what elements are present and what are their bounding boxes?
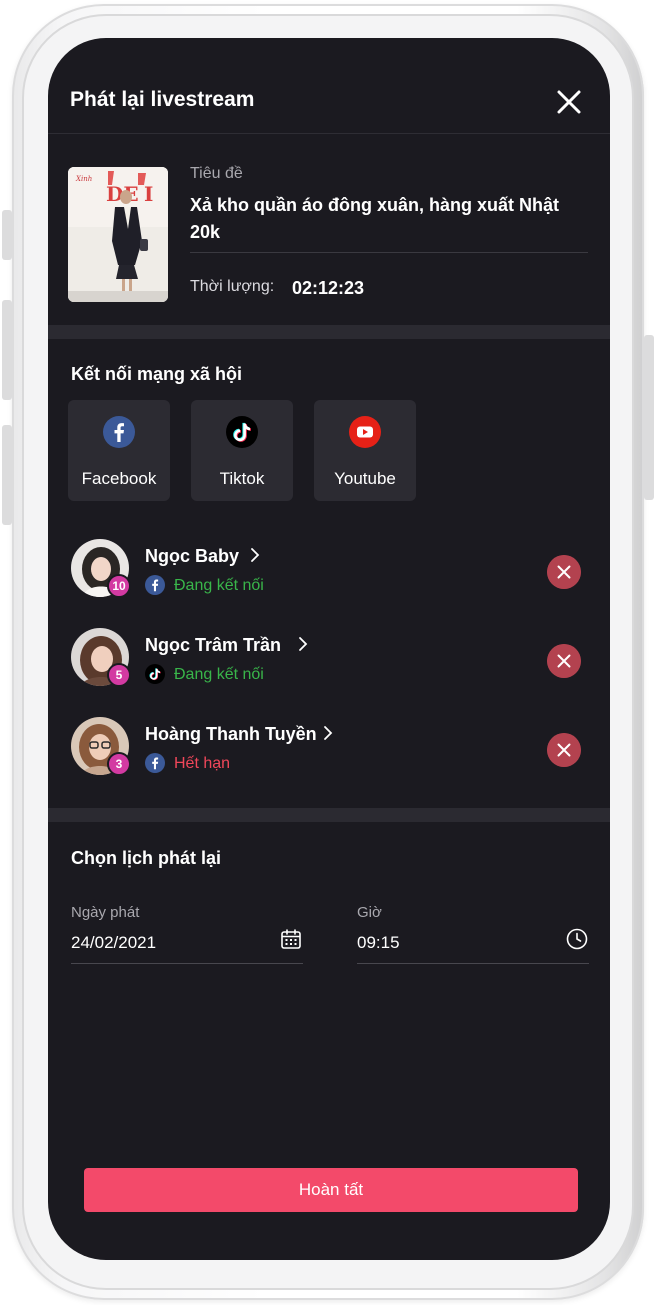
account-row[interactable]: 10 Ngọc Baby Đang kết nối: [48, 539, 610, 609]
connect-facebook-button[interactable]: Facebook: [68, 400, 170, 501]
time-field[interactable]: 09:15: [357, 933, 400, 953]
duration-label: Thời lượng:: [190, 278, 275, 295]
facebook-label: Facebook: [81, 469, 157, 488]
time-field-underline: [357, 963, 589, 964]
remove-account-button[interactable]: [547, 733, 581, 767]
phone-power-button: [644, 335, 654, 500]
remove-account-button[interactable]: [547, 555, 581, 589]
svg-text:I: I: [144, 182, 153, 206]
connection-status: Đang kết nối: [174, 577, 264, 594]
phone-side-button: [2, 210, 12, 260]
account-row[interactable]: 3 Hoàng Thanh Tuyền Hết hạn: [48, 717, 610, 787]
youtube-icon: [349, 416, 381, 448]
facebook-icon: [145, 575, 165, 595]
video-title-label: Tiêu đề: [190, 165, 243, 182]
facebook-icon: [103, 416, 135, 448]
chevron-right-icon: [251, 548, 260, 562]
replay-livestream-screen: Phát lại livestream DE I Xinh Tiêu đề Xả…: [48, 38, 610, 1260]
remove-account-button[interactable]: [547, 644, 581, 678]
notification-badge: 5: [107, 663, 131, 687]
calendar-icon[interactable]: [279, 927, 303, 951]
close-icon[interactable]: [554, 87, 584, 117]
section-divider: [48, 325, 610, 339]
facebook-icon: [145, 753, 165, 773]
account-name: Ngọc Baby: [145, 546, 240, 566]
account-name: Hoàng Thanh Tuyền: [145, 724, 317, 744]
duration-value: 02:12:23: [292, 278, 365, 298]
connection-status: Đang kết nối: [174, 666, 264, 683]
complete-button[interactable]: Hoàn tất: [84, 1168, 578, 1212]
section-divider: [48, 808, 610, 822]
tiktok-label: Tiktok: [219, 469, 265, 488]
schedule-section-title: Chọn lịch phát lại: [71, 848, 222, 868]
page-title: Phát lại livestream: [70, 88, 255, 111]
tiktok-icon: [226, 416, 258, 448]
divider: [190, 252, 588, 253]
clock-icon[interactable]: [565, 927, 589, 951]
phone-volume-down-button: [2, 425, 12, 525]
account-name: Ngọc Trâm Trần: [145, 635, 282, 655]
notification-badge: 10: [107, 574, 131, 598]
phone-volume-up-button: [2, 300, 12, 400]
date-field[interactable]: 24/02/2021: [71, 933, 156, 953]
notification-badge: 3: [107, 752, 131, 776]
header: Phát lại livestream: [48, 38, 610, 134]
date-label: Ngày phát: [71, 904, 140, 921]
time-label: Giờ: [357, 904, 382, 921]
connect-tiktok-button[interactable]: Tiktok: [191, 400, 293, 501]
chevron-right-icon: [324, 726, 333, 740]
tiktok-icon: [145, 664, 165, 684]
video-thumbnail: DE I Xinh: [68, 167, 168, 302]
connect-youtube-button[interactable]: Youtube: [314, 400, 416, 501]
date-field-underline: [71, 963, 303, 964]
social-section-title: Kết nối mạng xã hội: [71, 364, 243, 384]
connection-status: Hết hạn: [174, 755, 231, 772]
chevron-right-icon: [299, 637, 308, 651]
youtube-label: Youtube: [334, 469, 396, 488]
video-title: Xả kho quần áo đông xuân, hàng xuất Nhật…: [190, 195, 560, 242]
account-row[interactable]: 5 Ngọc Trâm Trần Đang kết nối: [48, 628, 610, 698]
svg-text:Xinh: Xinh: [75, 175, 92, 183]
